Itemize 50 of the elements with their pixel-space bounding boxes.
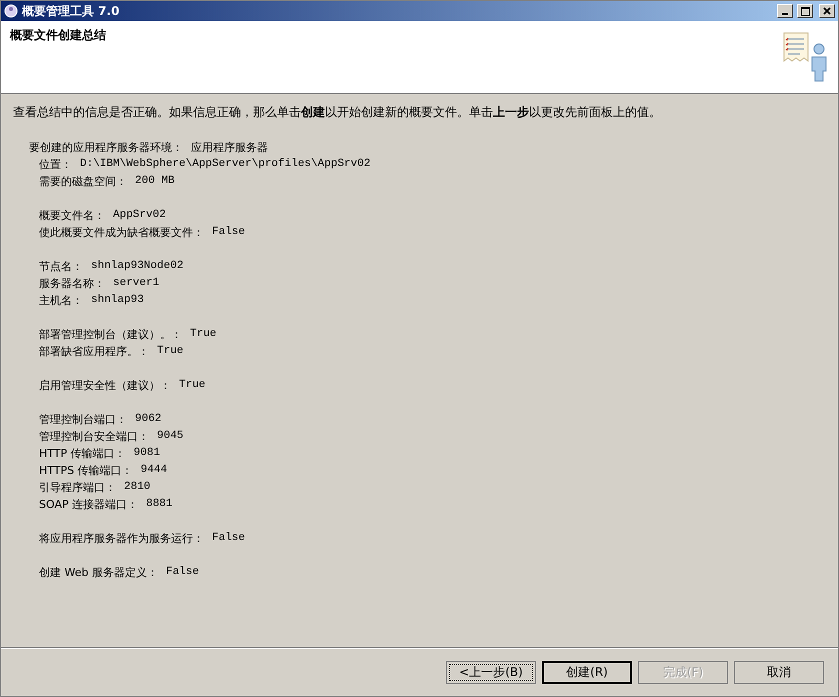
summary-label: 位置： [39, 157, 72, 173]
summary-label: 部署管理控制台（建议）。： [39, 327, 182, 343]
dialog-button[interactable]: 创建(R) [542, 660, 632, 684]
summary-label: 将应用程序服务器作为服务运行： [39, 531, 204, 547]
summary-value: False [166, 565, 199, 580]
maximize-icon [800, 6, 810, 16]
summary-label: 主机名： [39, 293, 83, 309]
dialog-button[interactable]: <上一步(B) [446, 660, 536, 684]
summary-label: 部署缺省应用程序。： [39, 344, 149, 360]
summary-label: 需要的磁盘空间： [39, 174, 127, 190]
window-title: 概要管理工具 7.0 [22, 2, 120, 20]
summary-label: HTTPS 传输端口： [39, 463, 133, 479]
summary-value: D:\IBM\WebSphere\AppServer\profiles\AppSrv02 [80, 157, 370, 172]
page-title: 概要文件创建总结 [10, 27, 106, 44]
app-icon [4, 4, 18, 18]
summary-value: False [212, 225, 246, 240]
summary-value: 9444 [140, 463, 168, 478]
summary-value: True [190, 327, 216, 342]
summary-label: SOAP 连接器端口： [39, 497, 138, 513]
summary-label: HTTP 传输端口： [39, 446, 126, 462]
summary-value: 9045 [157, 429, 184, 444]
summary-value: 9062 [135, 412, 162, 427]
close-icon [823, 7, 831, 15]
summary-label: 要创建的应用程序服务器环境： [29, 140, 183, 156]
summary-value: shnlap93Node02 [91, 259, 184, 274]
instruction-text: 查看总结中的信息是否正确。如果信息正确，那么单击创建以开始创建新的概要文件。单击上一步以更改先前面板上的值。 [13, 104, 662, 121]
close-button[interactable] [819, 4, 835, 18]
summary-value: server1 [113, 276, 160, 291]
summary-label: 节点名： [39, 259, 83, 275]
summary-label: 服务器名称： [39, 276, 105, 292]
summary-value: 9081 [134, 446, 160, 461]
dialog-button[interactable]: 取消 [734, 660, 824, 684]
summary-value: AppSrv02 [113, 208, 166, 223]
maximize-button[interactable] [797, 4, 813, 18]
summary-label: 概要文件名： [39, 208, 105, 224]
summary-value: True [157, 344, 184, 359]
summary-label: 管理控制台端口： [39, 412, 127, 428]
minimize-button[interactable] [777, 4, 793, 18]
summary-label: 启用管理安全性（建议）： [39, 378, 171, 394]
summary-value: 8881 [146, 497, 173, 512]
summary-value: shnlap93 [91, 293, 144, 308]
summary-value: True [179, 378, 206, 393]
summary-value: False [212, 531, 246, 546]
summary-value: 应用程序服务器 [191, 140, 268, 156]
summary-value: 2810 [124, 480, 150, 495]
summary-label: 管理控制台安全端口： [39, 429, 149, 445]
summary-label: 创建 Web 服务器定义： [39, 565, 158, 581]
summary-value: 200 MB [135, 174, 175, 189]
summary-label: 引导程序端口： [39, 480, 116, 496]
summary-label: 使此概要文件成为缺省概要文件： [39, 225, 204, 241]
